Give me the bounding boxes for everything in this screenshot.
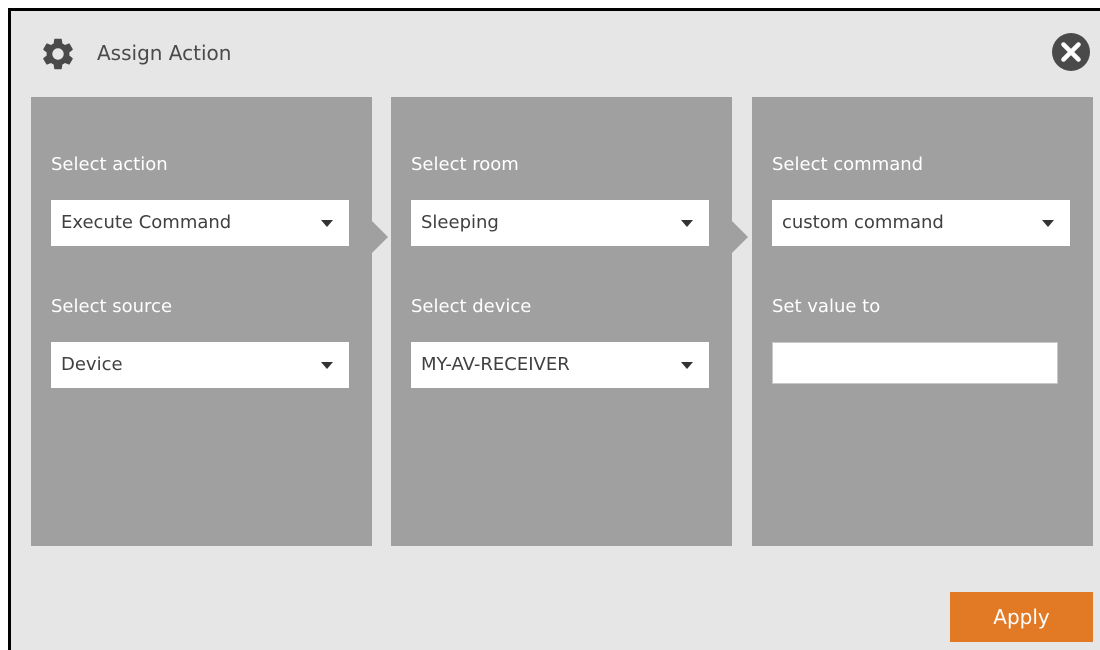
chevron-down-icon	[321, 362, 333, 369]
set-value-input[interactable]	[772, 342, 1058, 384]
panel-arrow	[732, 221, 748, 253]
dialog-title: Assign Action	[97, 41, 232, 65]
select-action-value: Execute Command	[61, 212, 232, 233]
chevron-down-icon	[321, 220, 333, 227]
panel-arrow	[372, 221, 388, 253]
select-command-dropdown[interactable]: custom command	[772, 200, 1070, 246]
select-room-dropdown[interactable]: Sleeping	[411, 200, 709, 246]
chevron-down-icon	[1042, 220, 1054, 227]
select-action-label: Select action	[51, 154, 168, 175]
set-value-label: Set value to	[772, 296, 881, 317]
select-source-dropdown[interactable]: Device	[51, 342, 349, 388]
action-panel: Select action Execute Command Select sou…	[31, 97, 372, 546]
command-panel: Select command custom command Set value …	[752, 97, 1093, 546]
gear-icon	[43, 38, 73, 70]
select-device-label: Select device	[411, 296, 532, 317]
select-device-value: MY-AV-RECEIVER	[421, 354, 570, 375]
device-panel: Select room Sleeping Select device MY-AV…	[391, 97, 732, 546]
select-source-value: Device	[61, 354, 123, 375]
select-source-label: Select source	[51, 296, 173, 317]
close-icon[interactable]	[1051, 32, 1091, 72]
select-device-dropdown[interactable]: MY-AV-RECEIVER	[411, 342, 709, 388]
select-command-label: Select command	[772, 154, 924, 175]
chevron-down-icon	[681, 220, 693, 227]
select-action-dropdown[interactable]: Execute Command	[51, 200, 349, 246]
select-command-value: custom command	[782, 212, 944, 233]
dialog-header: Assign Action	[11, 11, 1100, 91]
assign-action-dialog: Assign Action Select action Execute Comm…	[8, 8, 1100, 650]
select-room-label: Select room	[411, 154, 519, 175]
apply-button[interactable]: Apply	[950, 592, 1093, 642]
chevron-down-icon	[681, 362, 693, 369]
select-room-value: Sleeping	[421, 212, 499, 233]
